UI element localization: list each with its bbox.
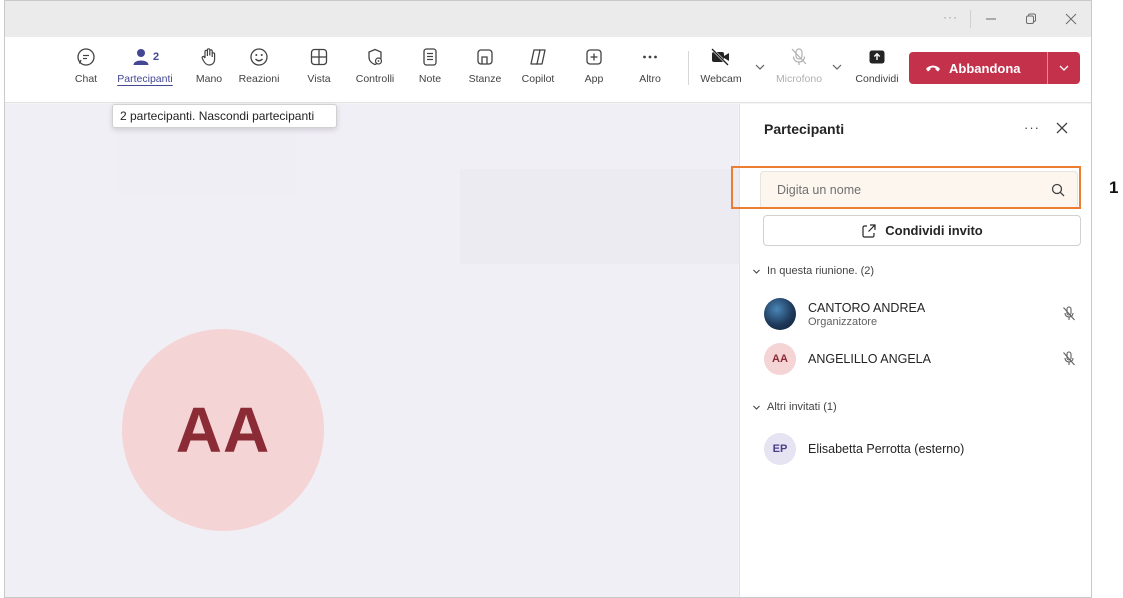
mic-off-icon <box>1063 306 1075 321</box>
chat-icon <box>75 45 97 69</box>
window-more-button[interactable]: ··· <box>931 10 971 28</box>
stage-background-shape <box>115 124 295 194</box>
participants-tooltip: 2 partecipanti. Nascondi partecipanti <box>112 104 337 128</box>
share-screen-icon <box>866 45 888 69</box>
smile-icon <box>248 45 270 69</box>
microphone-button[interactable]: Microfono <box>771 45 827 97</box>
leave-main-button[interactable]: Abbandona <box>909 52 1048 84</box>
participant-search[interactable] <box>760 171 1078 209</box>
close-icon <box>1065 13 1077 25</box>
avatar: EP <box>764 433 796 465</box>
mic-off-icon <box>788 45 810 69</box>
view-label: Vista <box>307 73 331 85</box>
section-in-meeting-label: In questa riunione. (2) <box>767 265 875 277</box>
hand-label: Mano <box>195 73 223 85</box>
participants-panel: Partecipanti ··· Condividi invito In que… <box>739 104 1091 597</box>
participant-role: Organizzatore <box>808 315 878 328</box>
section-in-meeting[interactable]: In questa riunione. (2) <box>752 265 874 277</box>
panel-more-button[interactable]: ··· <box>1024 120 1040 135</box>
breakout-rooms-button[interactable]: Stanze <box>457 45 513 97</box>
share-invite-button[interactable]: Condividi invito <box>763 215 1081 246</box>
reactions-button[interactable]: Reazioni <box>231 45 287 97</box>
notes-label: Note <box>418 73 442 85</box>
chevron-down-icon <box>753 269 760 274</box>
toolbar-separator <box>688 51 689 85</box>
chat-label: Chat <box>74 73 98 85</box>
more-dots-icon <box>639 45 661 69</box>
apps-label: App <box>584 73 604 85</box>
share-label: Condividi <box>855 73 899 85</box>
section-other-invitees-label: Altri invitati (1) <box>767 401 837 413</box>
share-invite-label: Condividi invito <box>885 223 983 238</box>
avatar <box>764 298 796 330</box>
webcam-label: Webcam <box>700 73 742 85</box>
webcam-options-chevron-icon[interactable] <box>754 61 766 73</box>
participants-label: Partecipanti <box>117 73 173 85</box>
section-other-invitees[interactable]: Altri invitati (1) <box>752 401 837 413</box>
webcam-button[interactable]: Webcam <box>693 45 749 97</box>
minimize-icon <box>986 18 996 20</box>
hand-icon <box>198 45 220 69</box>
video-stage: AA <box>5 104 740 597</box>
chevron-down-icon <box>753 405 760 410</box>
close-icon[interactable] <box>1054 120 1070 136</box>
view-button[interactable]: Vista <box>291 45 347 97</box>
raise-hand-button[interactable]: Mano <box>181 45 237 97</box>
camera-off-icon <box>710 45 732 69</box>
restore-icon <box>1026 13 1036 24</box>
search-icon[interactable] <box>1051 183 1065 197</box>
avatar: AA <box>764 343 796 375</box>
restore-button[interactable] <box>1011 1 1051 37</box>
copilot-button[interactable]: Copilot <box>510 45 566 97</box>
people-icon: 2 <box>127 45 163 69</box>
more-actions-button[interactable]: Altro <box>622 45 678 97</box>
invitee-row[interactable]: EP Elisabetta Perrotta (esterno) <box>764 431 1084 467</box>
minimize-button[interactable] <box>971 1 1011 37</box>
plus-icon <box>583 45 605 69</box>
leave-call-button[interactable]: Abbandona <box>909 52 1080 84</box>
microphone-label: Microfono <box>775 73 823 85</box>
search-input[interactable] <box>761 172 1041 208</box>
teams-meeting-window: ··· Chat 2 Partecipanti Mano Reazioni Vi… <box>4 0 1092 598</box>
hang-up-icon <box>926 65 940 72</box>
title-bar: ··· <box>5 1 1091 37</box>
reactions-label: Reazioni <box>238 73 280 85</box>
chevron-down-icon <box>1059 65 1069 71</box>
microphone-options-chevron-icon[interactable] <box>831 61 843 73</box>
copilot-icon <box>527 45 549 69</box>
copilot-label: Copilot <box>521 73 555 85</box>
rooms-icon <box>474 45 496 69</box>
participant-name: CANTORO ANDREA <box>808 300 926 315</box>
close-window-button[interactable] <box>1051 1 1091 37</box>
notes-icon <box>419 45 441 69</box>
more-label: Altro <box>639 73 661 85</box>
leave-options-button[interactable] <box>1048 62 1080 74</box>
participant-avatar-large: AA <box>122 329 324 531</box>
leave-label: Abbandona <box>949 60 1021 76</box>
rooms-label: Stanze <box>468 73 502 85</box>
controls-label: Controlli <box>355 73 395 85</box>
mic-off-icon <box>1063 351 1075 366</box>
window-controls: ··· <box>931 1 1091 37</box>
share-icon <box>862 223 876 238</box>
shield-gear-icon <box>364 45 386 69</box>
apps-button[interactable]: App <box>566 45 622 97</box>
controls-button[interactable]: Controlli <box>347 45 403 97</box>
participants-button[interactable]: 2 Partecipanti <box>117 45 173 97</box>
participant-name: ANGELILLO ANGELA <box>808 352 931 366</box>
participants-count: 2 <box>152 51 160 63</box>
panel-title: Partecipanti <box>764 121 845 137</box>
chat-button[interactable]: Chat <box>58 45 114 97</box>
callout-number: 1 <box>1109 178 1119 197</box>
invitee-name: Elisabetta Perrotta (esterno) <box>808 442 965 456</box>
participant-row[interactable]: AA ANGELILLO ANGELA <box>764 341 1084 377</box>
participant-row[interactable]: CANTORO ANDREA Organizzatore <box>764 296 1084 332</box>
share-button[interactable]: Condividi <box>849 45 905 97</box>
notes-button[interactable]: Note <box>402 45 458 97</box>
grid-icon <box>308 45 330 69</box>
stage-background-shape <box>460 169 740 264</box>
meeting-toolbar: Chat 2 Partecipanti Mano Reazioni Vista … <box>5 37 1091 103</box>
